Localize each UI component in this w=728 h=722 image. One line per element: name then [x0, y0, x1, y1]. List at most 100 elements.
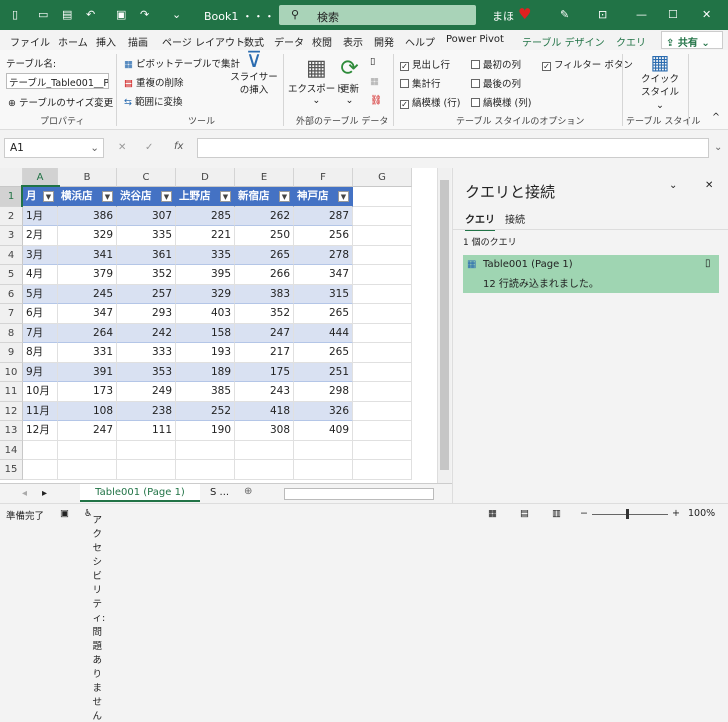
table-cell[interactable]: 217: [235, 343, 294, 363]
row-header[interactable]: 7: [0, 304, 23, 324]
row-header[interactable]: 13: [0, 421, 23, 441]
row-header[interactable]: 3: [0, 226, 23, 246]
cancel-icon[interactable]: ✕: [118, 142, 126, 153]
save-icon[interactable]: ▣: [116, 8, 126, 21]
tab-query[interactable]: クエリ: [616, 34, 646, 49]
row-header[interactable]: 8: [0, 323, 23, 343]
convert-range-button[interactable]: ⇆ 範囲に変換: [124, 94, 183, 108]
cell[interactable]: [294, 440, 353, 460]
table-cell[interactable]: 418: [235, 401, 294, 421]
table-cell[interactable]: 257: [117, 284, 176, 304]
query-item[interactable]: ▦ Table001 (Page 1) 12 行読み込まれました。 ▯: [463, 255, 719, 293]
table-cell[interactable]: 331: [58, 343, 117, 363]
table-cell[interactable]: 444: [294, 323, 353, 343]
tab-formulas[interactable]: 数式: [244, 34, 264, 49]
export-button[interactable]: ▦ エクスポート ⌄: [288, 56, 345, 106]
open-icon[interactable]: ▭: [38, 8, 48, 21]
table-cell[interactable]: 264: [58, 323, 117, 343]
option-last-column[interactable]: 最後の列: [471, 76, 521, 90]
option-total-row[interactable]: 集計行: [400, 76, 441, 90]
sheet-tab-table001[interactable]: Table001 (Page 1): [80, 484, 200, 502]
column-header[interactable]: G: [353, 168, 412, 187]
column-header[interactable]: C: [117, 168, 176, 187]
cell[interactable]: [294, 460, 353, 480]
add-sheet-icon[interactable]: ⊕: [244, 486, 252, 497]
table-cell[interactable]: 265: [294, 304, 353, 324]
tab-developer[interactable]: 開発: [374, 34, 394, 49]
table-cell[interactable]: 403: [176, 304, 235, 324]
table-cell[interactable]: 175: [235, 362, 294, 382]
pane-tab-connections[interactable]: 接続: [505, 211, 525, 226]
pane-close-icon[interactable]: ✕: [705, 180, 713, 191]
tab-power-pivot[interactable]: Power Pivot: [446, 34, 504, 45]
sheet-tab-other[interactable]: S ...: [210, 487, 229, 498]
cell[interactable]: [353, 382, 412, 402]
table-cell[interactable]: 5月: [23, 284, 58, 304]
row-header[interactable]: 9: [0, 343, 23, 363]
option-banded-columns[interactable]: 縞模様 (列): [471, 95, 531, 109]
cell[interactable]: [353, 343, 412, 363]
row-header[interactable]: 6: [0, 284, 23, 304]
table-cell[interactable]: 341: [58, 245, 117, 265]
table-name-input[interactable]: テーブル_Table001__Pa: [6, 73, 109, 89]
tab-review[interactable]: 校閲: [312, 34, 332, 49]
table-cell[interactable]: 361: [117, 245, 176, 265]
filter-dropdown-icon[interactable]: ▼: [279, 191, 290, 202]
properties-icon[interactable]: ▯: [370, 56, 375, 67]
table-cell[interactable]: 298: [294, 382, 353, 402]
pane-tab-queries[interactable]: クエリ: [465, 211, 495, 231]
row-header[interactable]: 12: [0, 401, 23, 421]
table-cell[interactable]: 409: [294, 421, 353, 441]
accessibility-icon[interactable]: ♿ アクセシビリティ: 問題ありません: [84, 508, 105, 722]
option-filter-button[interactable]: ✓ フィルター ボタン: [542, 57, 633, 71]
table-cell[interactable]: 333: [117, 343, 176, 363]
enter-icon[interactable]: ✓: [145, 142, 153, 153]
column-header[interactable]: E: [235, 168, 294, 187]
table-cell[interactable]: 9月: [23, 362, 58, 382]
macro-icon[interactable]: ▣: [60, 508, 69, 519]
customize-icon[interactable]: ⌄: [172, 8, 181, 21]
table-cell[interactable]: 385: [176, 382, 235, 402]
table-cell[interactable]: 265: [235, 245, 294, 265]
table-header-cell[interactable]: 新宿店 ▼: [235, 187, 294, 207]
row-header[interactable]: 15: [0, 460, 23, 480]
row-header[interactable]: 5: [0, 265, 23, 285]
spreadsheet-grid[interactable]: A B C D E F G 1 月 ▼ 横浜店 ▼ 渋谷店 ▼ 上野店 ▼ 新宿店 ▼ 神戸店 ▼ 2 1月 386 307 2…: [0, 168, 437, 483]
column-header[interactable]: A: [23, 168, 58, 187]
table-cell[interactable]: 247: [58, 421, 117, 441]
table-cell[interactable]: 3月: [23, 245, 58, 265]
cell[interactable]: [23, 460, 58, 480]
table-cell[interactable]: 353: [117, 362, 176, 382]
table-cell[interactable]: 111: [117, 421, 176, 441]
table-cell[interactable]: 386: [58, 206, 117, 226]
cell[interactable]: [58, 460, 117, 480]
cell[interactable]: [235, 460, 294, 480]
zoom-in-button[interactable]: +: [672, 508, 680, 519]
table-header-cell[interactable]: 横浜店 ▼: [58, 187, 117, 207]
filter-dropdown-icon[interactable]: ▼: [161, 191, 172, 202]
row-header[interactable]: 10: [0, 362, 23, 382]
cell[interactable]: [58, 440, 117, 460]
table-cell[interactable]: 352: [117, 265, 176, 285]
table-cell[interactable]: 252: [176, 401, 235, 421]
cell[interactable]: [117, 440, 176, 460]
next-sheet-icon[interactable]: ▸: [42, 488, 47, 499]
zoom-slider-thumb[interactable]: [626, 509, 629, 519]
cell[interactable]: [353, 265, 412, 285]
cell[interactable]: [353, 440, 412, 460]
cell[interactable]: [353, 460, 412, 480]
name-box[interactable]: A1 ⌄: [4, 138, 104, 158]
normal-view-icon[interactable]: ▦: [488, 508, 497, 519]
row-header[interactable]: 11: [0, 382, 23, 402]
pane-options-icon[interactable]: ⌄: [669, 180, 677, 191]
table-cell[interactable]: 335: [176, 245, 235, 265]
table-cell[interactable]: 189: [176, 362, 235, 382]
option-first-column[interactable]: 最初の列: [471, 57, 521, 71]
table-header-cell[interactable]: 月 ▼: [21, 185, 60, 209]
table-cell[interactable]: 285: [176, 206, 235, 226]
column-header[interactable]: B: [58, 168, 117, 187]
table-cell[interactable]: 308: [235, 421, 294, 441]
tab-view[interactable]: 表示: [343, 34, 363, 49]
pivot-summary-button[interactable]: ▦ ピボットテーブルで集計: [124, 56, 240, 70]
resize-table-button[interactable]: ⊕ テーブルのサイズ変更: [8, 95, 113, 109]
